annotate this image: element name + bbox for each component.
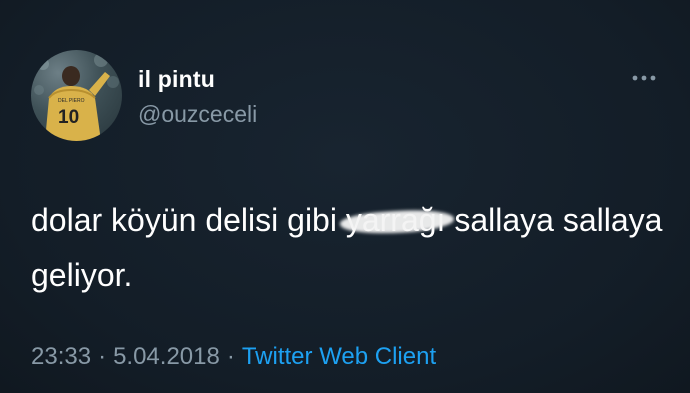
tweet-client-link[interactable]: Twitter Web Client xyxy=(242,343,436,370)
avatar-jersey-number: 10 xyxy=(58,107,79,128)
tweet-text-before: dolar köyün delisi gibi xyxy=(31,202,346,238)
more-horizontal-icon xyxy=(632,75,656,81)
tweet-text: dolar köyün delisi gibi yarrağı sallaya … xyxy=(31,193,671,303)
meta-separator: · xyxy=(98,343,107,370)
author-username[interactable]: @ouzceceli xyxy=(138,101,257,128)
tweet-date[interactable]: 5.04.2018 xyxy=(113,343,220,370)
tweet-meta: 23:33 · 5.04.2018 · Twitter Web Client xyxy=(31,343,436,371)
censored-word: yarrağı xyxy=(339,193,455,248)
avatar-jersey-name: DEL PIERO xyxy=(58,98,85,104)
avatar-image: DEL PIERO 10 xyxy=(34,53,119,141)
author-display-name[interactable]: il pintu xyxy=(138,66,215,93)
more-options-button[interactable] xyxy=(628,66,660,90)
avatar[interactable]: DEL PIERO 10 xyxy=(31,50,122,141)
tweet-time[interactable]: 23:33 xyxy=(31,343,91,370)
meta-separator: · xyxy=(226,343,235,370)
tweet-card: DEL PIERO 10 il pintu @ouzceceli dolar k… xyxy=(0,0,690,393)
